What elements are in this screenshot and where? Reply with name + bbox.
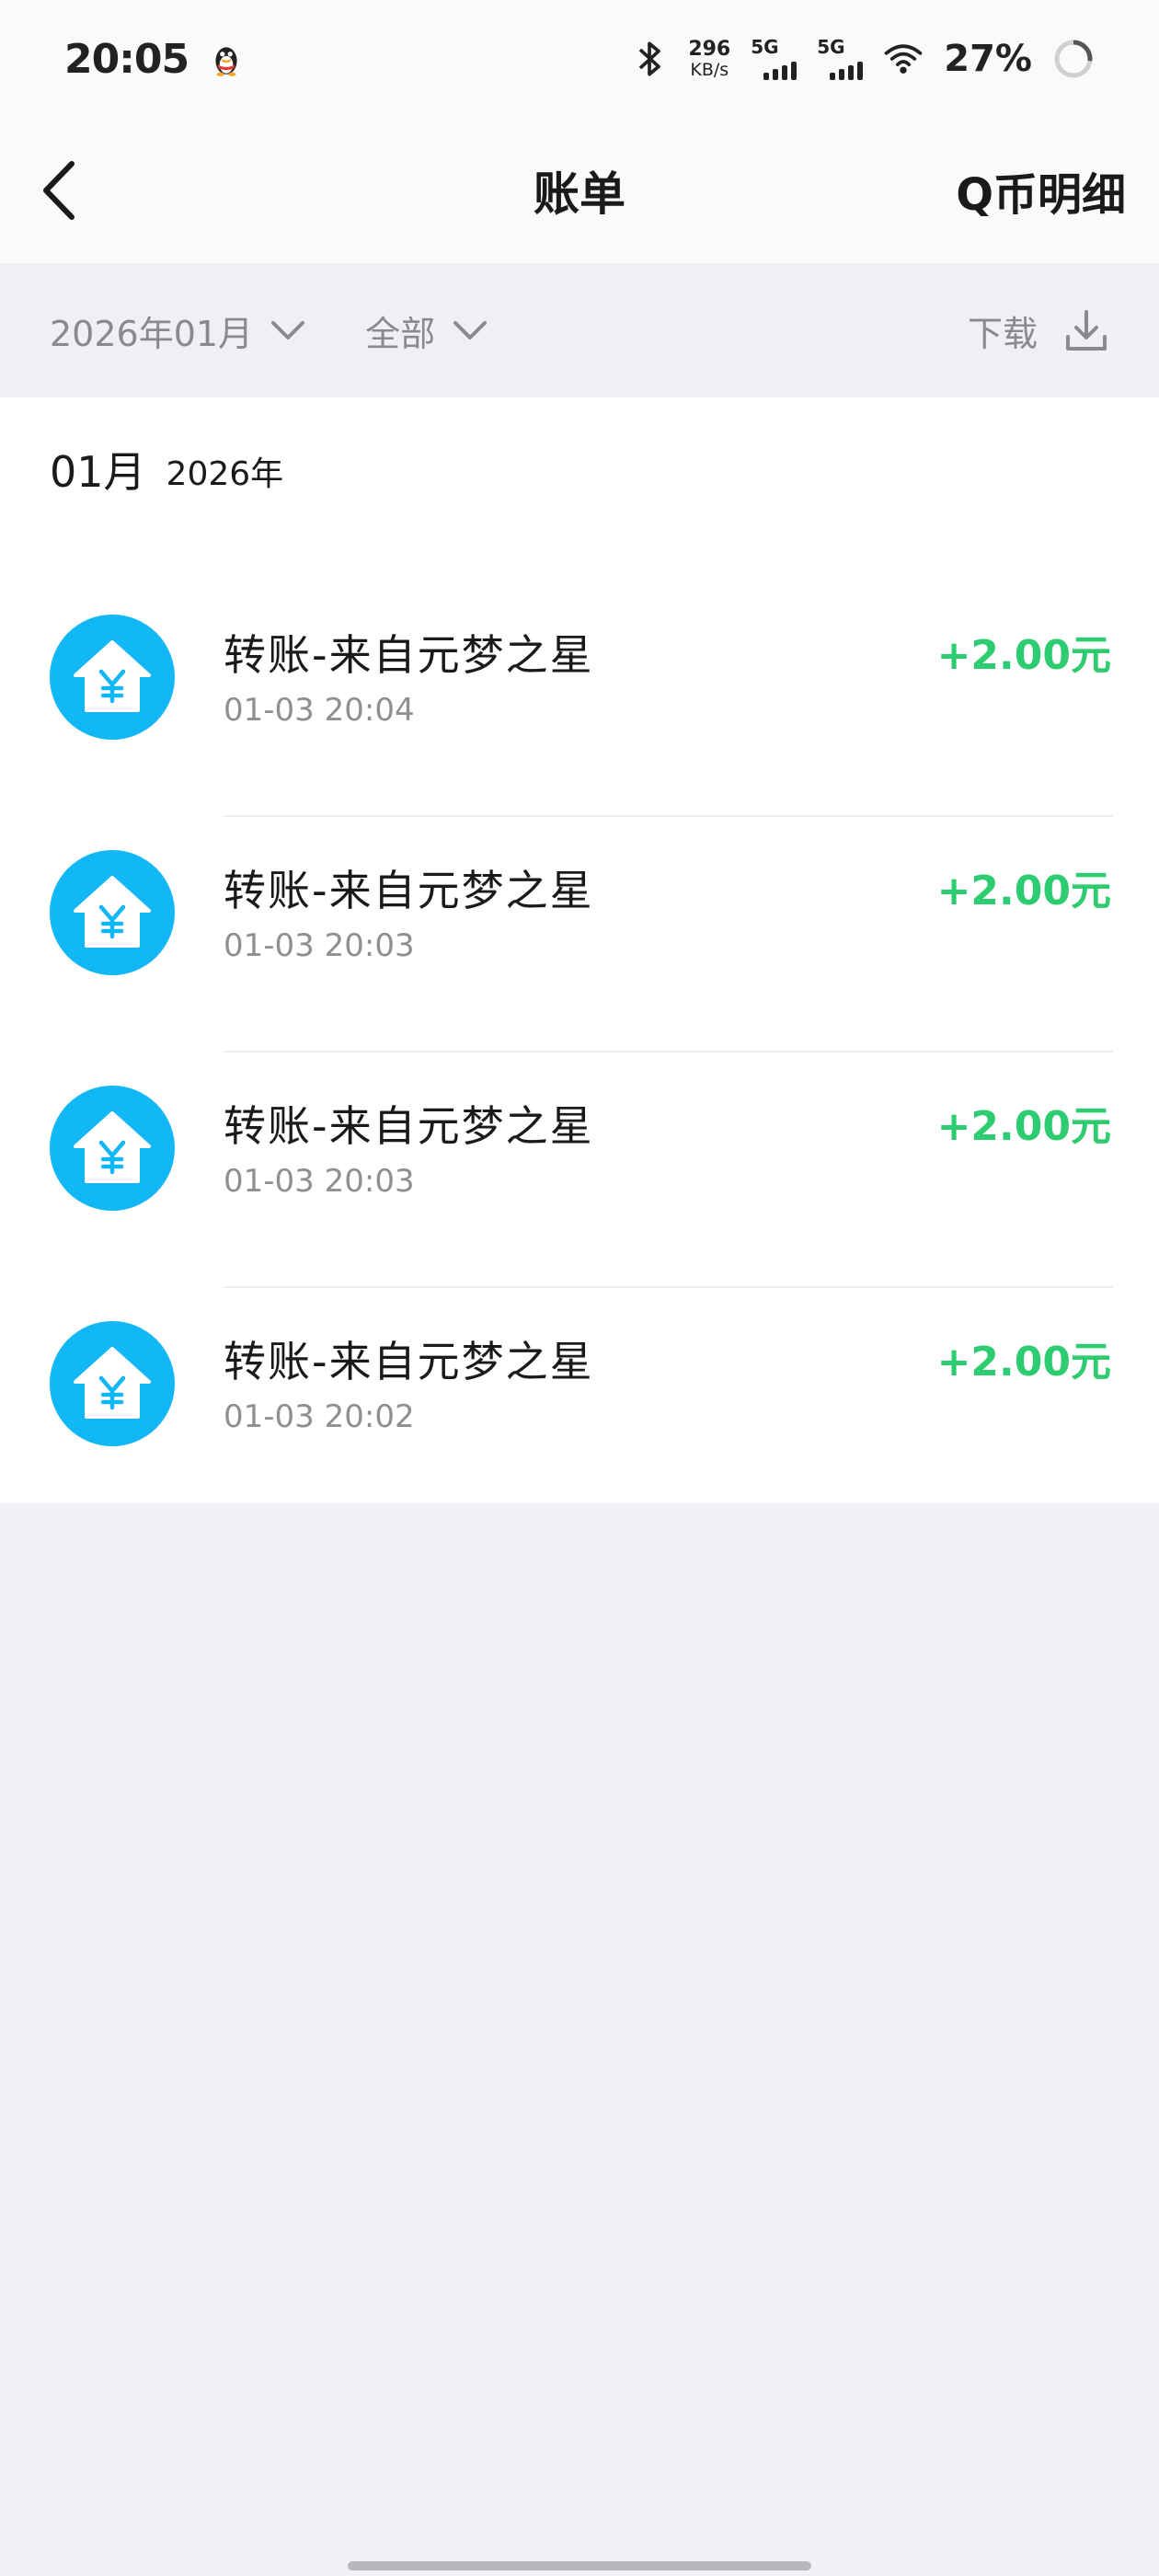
month-filter-label: 2026年01月 [50, 313, 254, 354]
chevron-left-icon [43, 161, 75, 220]
signal-icon [830, 62, 864, 80]
status-time: 20:05 [64, 35, 189, 83]
type-filter[interactable]: 全部 [365, 305, 488, 356]
network-speed-unit: KB/s [690, 59, 729, 80]
transfer-avatar [50, 850, 175, 975]
yuan-house-icon [74, 876, 151, 948]
sim1-signal: 5G [751, 36, 798, 80]
transaction-time: 01-03 20:03 [224, 1163, 415, 1200]
sim2-signal: 5G [817, 36, 864, 80]
type-filter-label: 全部 [365, 313, 436, 354]
transaction-title: 转账-来自元梦之星 [224, 630, 594, 680]
network-speed-value: 296 [688, 37, 731, 61]
transaction-amount: +2.00元 [936, 868, 1111, 914]
battery-percent: 27% [944, 38, 1032, 80]
sim1-label: 5G [751, 36, 779, 58]
transaction-row[interactable]: 转账-来自元梦之星 01-03 20:02 +2.00元 [0, 1288, 1159, 1524]
transaction-title: 转账-来自元梦之星 [224, 1337, 594, 1386]
bluetooth-icon [639, 41, 661, 76]
wifi-icon [884, 44, 923, 74]
transfer-avatar [50, 615, 175, 740]
transaction-time: 01-03 20:02 [224, 1398, 415, 1435]
battery-ring-icon [1054, 40, 1093, 78]
download-label: 下载 [967, 313, 1038, 354]
transaction-row[interactable]: 转账-来自元梦之星 01-03 20:03 +2.00元 [0, 817, 1159, 1052]
home-indicator[interactable] [348, 2561, 811, 2570]
qq-penguin-icon [215, 47, 237, 76]
chevron-down-icon [453, 321, 488, 339]
download-icon [1066, 310, 1107, 351]
bill-screen: 20:05 296 KB/s 5G 5G 27% 账单 Q币明细 2026年01… [0, 0, 1159, 2576]
signal-icon [763, 62, 798, 80]
transfer-avatar [50, 1086, 175, 1211]
yuan-house-icon [74, 1347, 151, 1419]
filter-bar: 2026年01月 全部 下载 [0, 263, 1159, 397]
transaction-amount: +2.00元 [936, 1339, 1111, 1386]
yuan-house-icon [74, 1111, 151, 1183]
transaction-title: 转账-来自元梦之星 [224, 1101, 594, 1151]
q-coin-detail-link[interactable]: Q币明细 [956, 158, 1126, 223]
transaction-title: 转账-来自元梦之星 [224, 866, 594, 915]
transaction-time: 01-03 20:04 [224, 692, 415, 729]
chevron-down-icon [271, 321, 305, 339]
transaction-row[interactable]: 转账-来自元梦之星 01-03 20:03 +2.00元 [0, 1052, 1159, 1288]
transaction-list: 01月 2026年 转账-来自元梦之星 01-03 20:04 +2.00元 转… [0, 397, 1159, 1503]
download-button[interactable]: 下载 [968, 305, 1109, 356]
sim2-label: 5G [817, 36, 845, 58]
network-speed: 296 KB/s [688, 37, 731, 80]
month-filter[interactable]: 2026年01月 [50, 305, 306, 356]
status-icons: 296 KB/s 5G 5G 27% [631, 38, 1095, 80]
transaction-amount: +2.00元 [936, 632, 1111, 679]
transaction-amount: +2.00元 [936, 1103, 1111, 1150]
transaction-time: 01-03 20:03 [224, 927, 415, 964]
status-bar: 20:05 296 KB/s 5G 5G 27% [0, 0, 1159, 118]
yuan-house-icon [74, 640, 151, 712]
back-button[interactable] [33, 158, 88, 223]
page-title: 账单 [534, 167, 625, 221]
transfer-avatar [50, 1321, 175, 1446]
transaction-row[interactable]: 转账-来自元梦之星 01-03 20:04 +2.00元 [0, 581, 1159, 817]
section-month: 01月 [50, 447, 146, 497]
month-section-header: 01月 2026年 [50, 451, 283, 493]
section-year: 2026年 [166, 455, 284, 493]
nav-bar: 账单 Q币明细 [0, 118, 1159, 263]
